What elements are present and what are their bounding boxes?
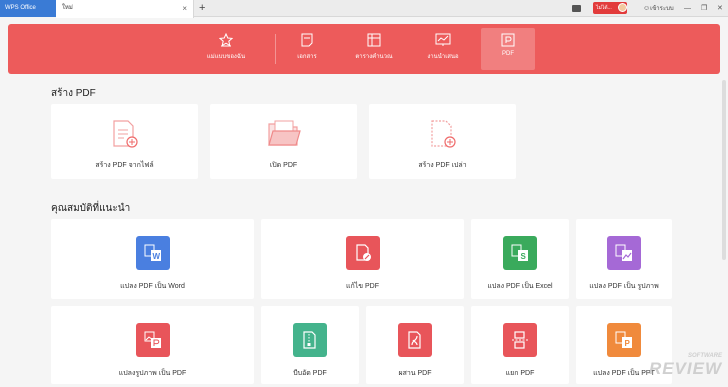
close-window-button[interactable]: ✕ (717, 0, 723, 17)
spreadsheet-icon (367, 33, 381, 47)
login-label: เข้าระบบ (650, 6, 674, 12)
card-label: แปลง PDF เป็น Word (120, 283, 185, 290)
file-add-icon (113, 120, 138, 148)
vertical-scrollbar[interactable] (722, 80, 726, 260)
ribbon-item-label: PDF (502, 51, 514, 57)
card-label: แปลง PDF เป็น Excel (487, 283, 553, 290)
card-label: แยก PDF (505, 370, 535, 377)
card-label: เปิด PDF (269, 162, 298, 169)
document-tab[interactable]: ใหม่ × (56, 0, 194, 18)
ribbon-divider (275, 34, 276, 64)
edit-pdf-icon (346, 236, 380, 270)
pdf-to-image-icon (607, 236, 641, 270)
pdf-to-ppt-icon: P (607, 323, 641, 357)
card-label: บีบอัด PDF (293, 370, 327, 377)
edit-pdf-card[interactable]: แก้ไข PDF (261, 219, 464, 299)
presentation-icon (435, 33, 451, 46)
card-label: แก้ไข PDF (345, 283, 379, 290)
document-tab-label: ใหม่ (62, 5, 73, 11)
svg-text:P: P (625, 339, 631, 348)
merge-pdf-icon (398, 323, 432, 357)
merge-pdf-card[interactable]: ผสาน PDF (366, 306, 464, 384)
open-pdf-card[interactable]: เปิด PDF (210, 104, 357, 179)
window-layout-icon[interactable] (572, 5, 581, 12)
watermark: SOFTWARE REVIEW (649, 353, 722, 379)
ribbon-item-label: ตารางคำนวณ (355, 54, 393, 60)
create-pdf-heading: สร้าง PDF (51, 88, 96, 99)
login-link[interactable]: ☺เข้าระบบ (643, 0, 674, 18)
ribbon-item-label: แม่แบบของฉัน (206, 54, 246, 60)
ribbon-item-pdf[interactable]: PDF (481, 28, 535, 70)
create-pdf-from-file-card[interactable]: สร้าง PDF จากไฟล์ (51, 104, 198, 179)
pdf-to-image-card[interactable]: แปลง PDF เป็น รูปภาพ (576, 219, 672, 299)
pdf-icon (501, 33, 515, 47)
pdf-to-word-icon: W (136, 236, 170, 270)
folder-open-icon (268, 120, 301, 146)
new-tab-button[interactable]: + (199, 0, 205, 16)
svg-text:W: W (153, 252, 161, 261)
ribbon-item-documents[interactable]: เอกสาร (278, 28, 336, 70)
star-icon (219, 33, 233, 47)
pdf-to-excel-card[interactable]: S แปลง PDF เป็น Excel (471, 219, 569, 299)
pdf-to-word-card[interactable]: W แปลง PDF เป็น Word (51, 219, 254, 299)
minimize-button[interactable]: — (684, 0, 691, 17)
create-blank-pdf-card[interactable]: สร้าง PDF เปล่า (369, 104, 516, 179)
card-label: สร้าง PDF จากไฟล์ (95, 162, 154, 169)
category-ribbon: แม่แบบของฉัน เอกสาร ตารางคำนวณ งานนำเสนอ… (8, 24, 720, 74)
svg-text:S: S (521, 252, 527, 261)
ribbon-item-spreadsheets[interactable]: ตารางคำนวณ (345, 28, 403, 70)
blank-pdf-icon (431, 120, 456, 148)
ribbon-item-label: เอกสาร (297, 54, 317, 60)
card-label: สร้าง PDF เปล่า (418, 162, 467, 169)
close-tab-icon[interactable]: × (182, 0, 187, 17)
ribbon-item-presentations[interactable]: งานนำเสนอ (414, 28, 472, 70)
ribbon-item-templates[interactable]: แม่แบบของฉัน (197, 28, 255, 70)
document-icon (301, 33, 313, 47)
title-bar: WPS Office ใหม่ × + ไม่ได้... ☺เข้าระบบ … (0, 0, 728, 18)
image-to-pdf-card[interactable]: แปลงรูปภาพ เป็น PDF (51, 306, 254, 384)
split-pdf-icon (503, 323, 537, 357)
watermark-line2: REVIEW (648, 359, 722, 378)
ribbon-item-label: งานนำเสนอ (427, 54, 459, 60)
restore-button[interactable]: ❐ (701, 0, 707, 17)
app-tab[interactable]: WPS Office (0, 0, 56, 17)
image-to-pdf-icon (136, 323, 170, 357)
split-pdf-card[interactable]: แยก PDF (471, 306, 569, 384)
card-label: ผสาน PDF (398, 370, 432, 377)
compress-pdf-card[interactable]: บีบอัด PDF (261, 306, 359, 384)
card-label: แปลงรูปภาพ เป็น PDF (118, 370, 187, 377)
compress-pdf-icon (293, 323, 327, 357)
recommended-features-heading: คุณสมบัติที่แนะนำ (51, 203, 131, 214)
avatar[interactable] (618, 3, 627, 12)
pdf-to-excel-icon: S (503, 236, 537, 270)
card-label: แปลง PDF เป็น รูปภาพ (589, 283, 659, 290)
